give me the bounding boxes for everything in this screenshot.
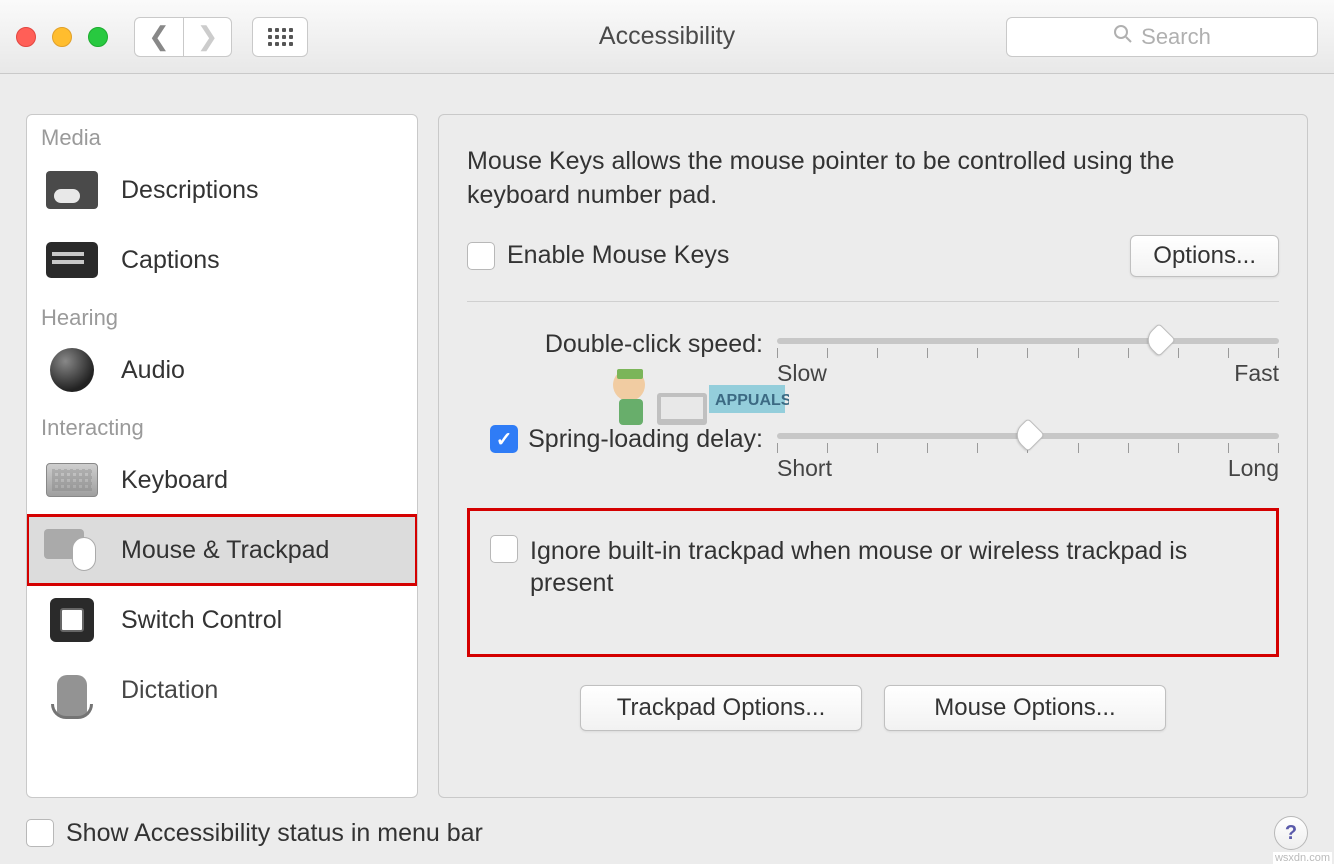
- switch-control-icon: [43, 597, 101, 643]
- spring-loading-checkbox[interactable]: [490, 425, 518, 453]
- sidebar-item-label: Audio: [121, 356, 185, 385]
- enable-mouse-keys-checkbox[interactable]: [467, 242, 495, 270]
- spring-loading-row: Spring-loading delay: Short Long: [467, 425, 1279, 454]
- section-interacting: Interacting: [27, 405, 417, 445]
- footer: Show Accessibility status in menu bar ?: [0, 806, 1334, 864]
- options-button[interactable]: Options...: [1130, 235, 1279, 277]
- show-status-label: Show Accessibility status in menu bar: [66, 819, 483, 848]
- sidebar-item-dictation[interactable]: Dictation: [27, 655, 417, 725]
- slider-high-label: Long: [1228, 455, 1279, 482]
- attribution: wsxdn.com: [1273, 852, 1332, 864]
- forward-button[interactable]: ❯: [183, 18, 231, 56]
- enable-mouse-keys-label: Enable Mouse Keys: [507, 241, 729, 270]
- minimize-icon[interactable]: [52, 27, 72, 47]
- maximize-icon[interactable]: [88, 27, 108, 47]
- sidebar-item-label: Mouse & Trackpad: [121, 536, 329, 565]
- sidebar: Media Descriptions Captions Hearing Audi…: [26, 114, 418, 798]
- slider-high-label: Fast: [1234, 360, 1279, 387]
- bottom-buttons: Trackpad Options... Mouse Options...: [467, 685, 1279, 731]
- captions-icon: [43, 237, 101, 283]
- sidebar-item-label: Keyboard: [121, 466, 228, 495]
- ignore-trackpad-label: Ignore built-in trackpad when mouse or w…: [530, 535, 1256, 600]
- accessibility-window: ❮ ❯ Accessibility Search Media Descripti…: [0, 0, 1334, 864]
- traffic-lights: [16, 27, 108, 47]
- mouse-trackpad-icon: [43, 527, 101, 573]
- sidebar-item-audio[interactable]: Audio: [27, 335, 417, 405]
- descriptions-icon: [43, 167, 101, 213]
- sidebar-item-descriptions[interactable]: Descriptions: [27, 155, 417, 225]
- nav-buttons: ❮ ❯: [134, 17, 232, 57]
- mouse-options-button[interactable]: Mouse Options...: [884, 685, 1166, 731]
- sidebar-item-keyboard[interactable]: Keyboard: [27, 445, 417, 515]
- section-hearing: Hearing: [27, 295, 417, 335]
- titlebar: ❮ ❯ Accessibility Search: [0, 0, 1334, 74]
- ignore-trackpad-highlight: Ignore built-in trackpad when mouse or w…: [467, 508, 1279, 657]
- ignore-trackpad-checkbox[interactable]: [490, 535, 518, 563]
- detail-pane: Mouse Keys allows the mouse pointer to b…: [438, 114, 1308, 798]
- sidebar-item-captions[interactable]: Captions: [27, 225, 417, 295]
- show-status-checkbox[interactable]: [26, 819, 54, 847]
- spring-loading-slider[interactable]: Short Long: [777, 425, 1279, 445]
- divider: [467, 301, 1279, 302]
- search-field[interactable]: Search: [1006, 17, 1318, 57]
- search-placeholder: Search: [1141, 24, 1211, 50]
- sidebar-item-label: Captions: [121, 246, 220, 275]
- keyboard-icon: [43, 457, 101, 503]
- content-area: Media Descriptions Captions Hearing Audi…: [0, 74, 1334, 806]
- sidebar-item-label: Dictation: [121, 676, 218, 705]
- dictation-icon: [43, 667, 101, 713]
- search-icon: [1113, 24, 1133, 50]
- sidebar-item-switch-control[interactable]: Switch Control: [27, 585, 417, 655]
- close-icon[interactable]: [16, 27, 36, 47]
- slider-low-label: Slow: [777, 360, 827, 387]
- help-button[interactable]: ?: [1274, 816, 1308, 850]
- double-click-slider[interactable]: Slow Fast: [777, 330, 1279, 350]
- back-button[interactable]: ❮: [135, 18, 183, 56]
- trackpad-options-button[interactable]: Trackpad Options...: [580, 685, 862, 731]
- section-media: Media: [27, 115, 417, 155]
- enable-mouse-keys-row: Enable Mouse Keys Options...: [467, 235, 1279, 277]
- slider-low-label: Short: [777, 455, 832, 482]
- sidebar-item-mouse-trackpad[interactable]: Mouse & Trackpad: [27, 515, 417, 585]
- grid-icon: [268, 28, 293, 46]
- show-all-button[interactable]: [252, 17, 308, 57]
- intro-text: Mouse Keys allows the mouse pointer to b…: [467, 145, 1279, 213]
- double-click-label: Double-click speed:: [545, 330, 763, 359]
- audio-icon: [43, 347, 101, 393]
- svg-text:APPUALS: APPUALS: [715, 392, 789, 409]
- spring-loading-label: Spring-loading delay:: [528, 425, 763, 454]
- sidebar-item-label: Descriptions: [121, 176, 259, 205]
- double-click-speed-row: Double-click speed: Slow Fast: [467, 330, 1279, 359]
- sidebar-item-label: Switch Control: [121, 606, 282, 635]
